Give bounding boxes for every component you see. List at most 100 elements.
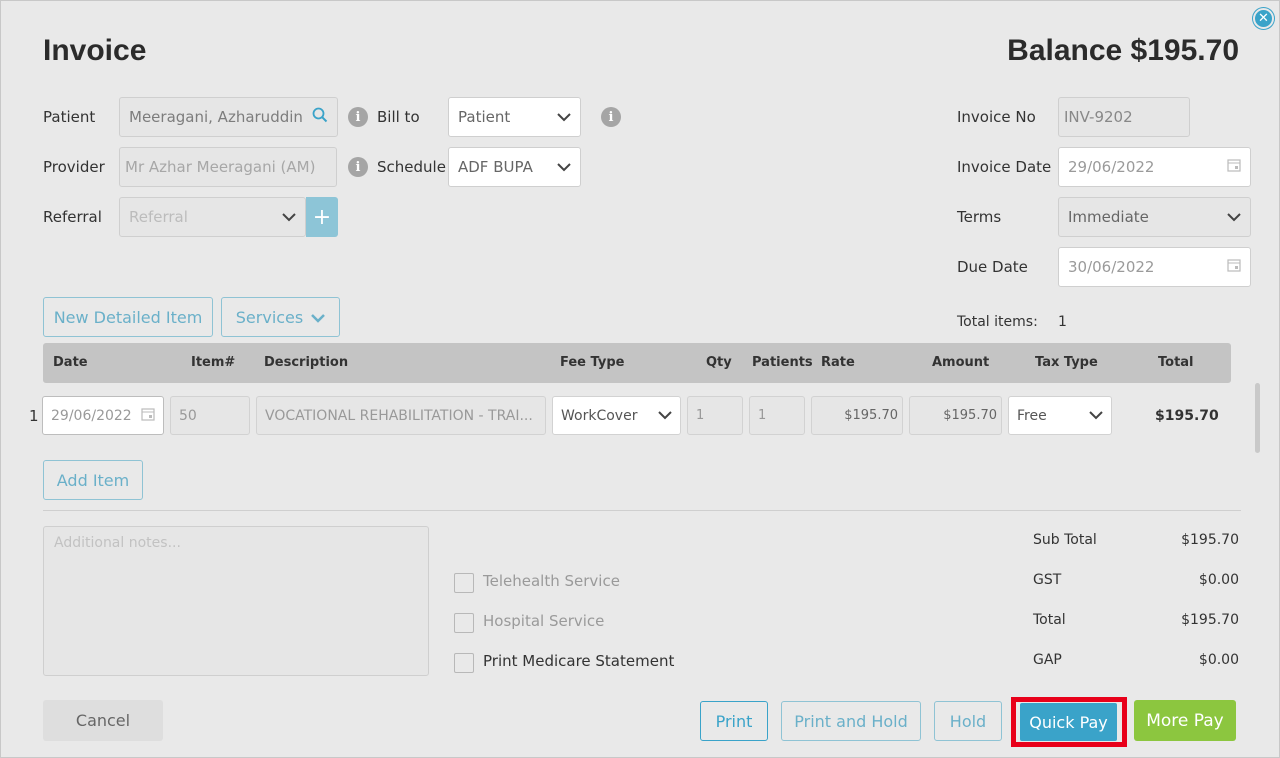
plus-icon: + xyxy=(312,204,332,230)
more-pay-button[interactable]: More Pay xyxy=(1134,700,1236,741)
row-total: $195.70 xyxy=(1155,408,1219,424)
due-date-value: 30/06/2022 xyxy=(1068,258,1155,276)
chevron-down-icon xyxy=(557,110,571,124)
services-dropdown-button[interactable]: Services xyxy=(221,297,340,337)
new-detailed-item-button[interactable]: New Detailed Item xyxy=(43,297,213,337)
chevron-down-icon xyxy=(311,308,326,327)
row-rate-field[interactable]: $195.70 xyxy=(811,396,903,435)
chevron-down-icon xyxy=(282,210,296,224)
calendar-icon[interactable] xyxy=(1227,258,1241,276)
print-and-hold-button[interactable]: Print and Hold xyxy=(781,701,921,741)
table-scrollbar[interactable] xyxy=(1255,383,1260,453)
chevron-down-icon xyxy=(1089,408,1103,424)
bill-to-value: Patient xyxy=(458,108,511,126)
referral-select[interactable]: Referral xyxy=(119,197,306,237)
col-amount: Amount xyxy=(932,355,990,370)
invoice-no-field[interactable]: INV-9202 xyxy=(1058,97,1190,137)
provider-field[interactable]: Mr Azhar Meeragani (AM) xyxy=(119,147,337,187)
col-fee-type: Fee Type xyxy=(560,355,625,370)
hold-button[interactable]: Hold xyxy=(934,701,1002,741)
row-date-field[interactable]: 29/06/2022 xyxy=(42,396,164,435)
col-total: Total xyxy=(1158,355,1194,370)
gap-value: $0.00 xyxy=(1198,652,1239,668)
col-qty: Qty xyxy=(706,355,732,370)
row-patients-field[interactable]: 1 xyxy=(749,396,805,435)
col-item: Item# xyxy=(191,355,236,370)
gst-value: $0.00 xyxy=(1198,572,1239,588)
due-date-label: Due Date xyxy=(957,258,1028,276)
patient-field[interactable]: Meeragani, Azharuddin xyxy=(119,97,338,137)
row-item-field[interactable]: 50 xyxy=(170,396,250,435)
chevron-down-icon xyxy=(1227,210,1241,224)
row-date-value: 29/06/2022 xyxy=(51,407,132,424)
row-fee-type-select[interactable]: WorkCover xyxy=(552,396,681,435)
row-description-field[interactable]: VOCATIONAL REHABILITATION - TRAI... xyxy=(256,396,546,435)
invoice-date-value: 29/06/2022 xyxy=(1068,158,1155,176)
col-tax-type: Tax Type xyxy=(1035,355,1098,370)
add-item-button[interactable]: Add Item xyxy=(43,460,143,500)
row-index: 1 xyxy=(29,407,39,425)
due-date-field[interactable]: 30/06/2022 xyxy=(1058,247,1251,287)
terms-value: Immediate xyxy=(1068,208,1149,226)
medicare-checkbox[interactable] xyxy=(454,653,474,673)
row-tax-type-select[interactable]: Free xyxy=(1008,396,1112,435)
quick-pay-button[interactable]: Quick Pay xyxy=(1020,703,1117,741)
hospital-checkbox[interactable] xyxy=(454,613,474,633)
bill-to-label: Bill to xyxy=(377,108,420,126)
gap-label: GAP xyxy=(1033,652,1062,668)
info-icon[interactable]: i xyxy=(601,107,621,127)
print-button[interactable]: Print xyxy=(700,701,768,741)
provider-value: Mr Azhar Meeragani (AM) xyxy=(125,158,316,176)
calendar-icon[interactable] xyxy=(1227,158,1241,176)
hospital-label: Hospital Service xyxy=(483,612,605,630)
sub-total-label: Sub Total xyxy=(1033,532,1097,548)
cancel-button[interactable]: Cancel xyxy=(43,700,163,741)
medicare-label: Print Medicare Statement xyxy=(483,652,675,670)
telehealth-label: Telehealth Service xyxy=(483,572,620,590)
schedule-label: Schedule xyxy=(377,158,446,176)
gst-label: GST xyxy=(1033,572,1062,588)
bill-to-select[interactable]: Patient xyxy=(448,97,581,137)
total-items-value: 1 xyxy=(1058,314,1067,330)
invoice-date-field[interactable]: 29/06/2022 xyxy=(1058,147,1251,187)
invoice-modal: ✕ Invoice Balance $195.70 Patient Meerag… xyxy=(0,0,1280,758)
invoice-date-label: Invoice Date xyxy=(957,158,1052,176)
info-icon[interactable]: i xyxy=(348,157,368,177)
col-date: Date xyxy=(53,355,88,370)
page-title: Invoice xyxy=(43,34,147,67)
row-tax-type-value: Free xyxy=(1017,407,1047,424)
divider xyxy=(43,510,1241,511)
add-referral-button[interactable]: + xyxy=(306,197,338,237)
col-patients: Patients xyxy=(752,355,813,370)
terms-label: Terms xyxy=(957,208,1002,226)
invoice-no-label: Invoice No xyxy=(957,108,1036,126)
telehealth-checkbox[interactable] xyxy=(454,573,474,593)
total-value: $195.70 xyxy=(1181,612,1239,628)
search-icon[interactable] xyxy=(312,107,328,127)
chevron-down-icon xyxy=(658,408,672,424)
provider-label: Provider xyxy=(43,158,105,176)
calendar-icon[interactable] xyxy=(141,407,155,425)
row-qty-field[interactable]: 1 xyxy=(687,396,743,435)
additional-notes-textarea[interactable]: Additional notes... xyxy=(43,526,429,676)
terms-select[interactable]: Immediate xyxy=(1058,197,1251,237)
total-label: Total xyxy=(1033,612,1066,628)
sub-total-value: $195.70 xyxy=(1181,532,1239,548)
close-icon[interactable]: ✕ xyxy=(1253,8,1274,29)
chevron-down-icon xyxy=(557,160,571,174)
invoice-no-value: INV-9202 xyxy=(1064,108,1133,126)
schedule-select[interactable]: ADF BUPA xyxy=(448,147,581,187)
total-items-label: Total items: xyxy=(957,314,1038,330)
referral-placeholder: Referral xyxy=(129,208,188,226)
row-fee-type-value: WorkCover xyxy=(561,407,638,424)
balance-heading: Balance $195.70 xyxy=(1007,34,1239,67)
patient-value: Meeragani, Azharuddin xyxy=(129,108,303,126)
referral-label: Referral xyxy=(43,208,102,226)
info-icon[interactable]: i xyxy=(348,107,368,127)
patient-label: Patient xyxy=(43,108,96,126)
col-rate: Rate xyxy=(821,355,855,370)
services-label: Services xyxy=(235,307,304,327)
schedule-value: ADF BUPA xyxy=(458,158,533,176)
col-description: Description xyxy=(264,355,349,370)
row-amount-field[interactable]: $195.70 xyxy=(909,396,1002,435)
